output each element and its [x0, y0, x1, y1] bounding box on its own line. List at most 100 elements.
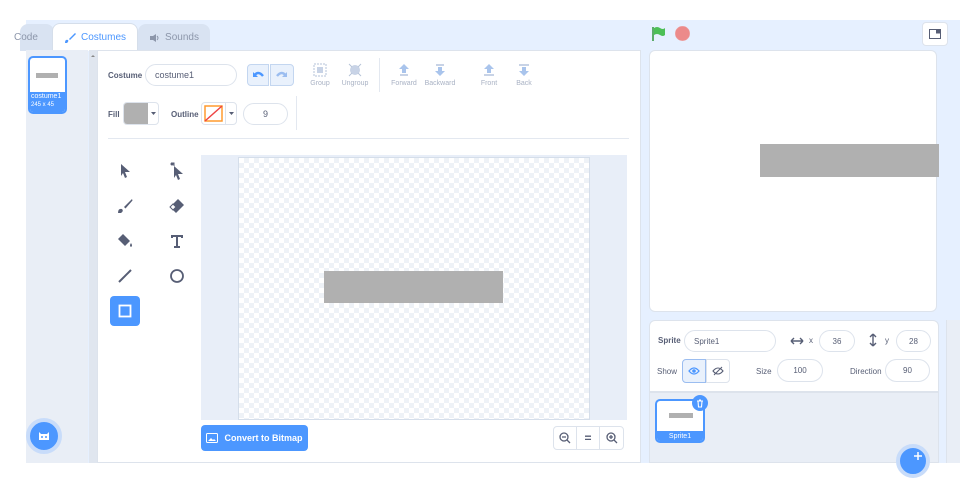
- costume-name-input[interactable]: costume1: [145, 64, 237, 86]
- show-hidden-button[interactable]: [706, 359, 730, 383]
- eraser-icon: [169, 199, 184, 213]
- group-button[interactable]: Group: [307, 62, 333, 87]
- select-tool[interactable]: [110, 156, 140, 186]
- paint-bucket-icon: [118, 234, 132, 247]
- y-value: 28: [909, 336, 918, 346]
- reshape-icon: [170, 162, 183, 180]
- redo-button[interactable]: [270, 64, 294, 86]
- scroll-up-icon: [91, 55, 95, 57]
- costume-name-label: Costume: [108, 71, 143, 80]
- add-costume-button[interactable]: [26, 418, 62, 454]
- outline-width-input[interactable]: 9: [243, 103, 288, 125]
- zoom-controls: =: [553, 426, 624, 450]
- group-icon: [313, 63, 327, 77]
- ungroup-button[interactable]: Ungroup: [338, 62, 372, 87]
- stage-target-pane[interactable]: [946, 320, 960, 463]
- brush-icon: [64, 32, 76, 43]
- front-button[interactable]: Front: [474, 62, 504, 87]
- back-label: Back: [516, 80, 532, 87]
- forward-icon: [399, 64, 409, 76]
- direction-label: Direction: [850, 367, 882, 376]
- forward-button[interactable]: Forward: [389, 62, 419, 87]
- backward-button[interactable]: Backward: [423, 62, 457, 87]
- cat-icon: [39, 432, 49, 440]
- backward-icon: [435, 64, 445, 76]
- green-flag-button[interactable]: [652, 26, 666, 45]
- left-margin: [0, 0, 26, 463]
- convert-to-bitmap-label: Convert to Bitmap: [224, 433, 303, 443]
- size-label: Size: [756, 367, 772, 376]
- paintbrush-icon: [118, 199, 133, 213]
- zoom-out-button[interactable]: [554, 427, 577, 449]
- group-label: Group: [310, 80, 330, 87]
- eye-icon: [688, 367, 700, 375]
- fill-row-divider: [296, 96, 297, 130]
- line-tool[interactable]: [110, 261, 140, 291]
- rectangle-tool[interactable]: [110, 296, 140, 326]
- show-visible-button[interactable]: [682, 359, 706, 383]
- direction-input[interactable]: 90: [885, 359, 930, 382]
- costume-name-value: costume1: [155, 70, 195, 80]
- small-stage-button[interactable]: [922, 22, 948, 46]
- reshape-tool[interactable]: [162, 156, 192, 186]
- fill-tool[interactable]: [110, 226, 140, 256]
- front-label: Front: [480, 80, 498, 87]
- redo-icon: [276, 71, 288, 77]
- backward-label: Backward: [424, 80, 456, 87]
- caret-down-icon: [150, 111, 156, 115]
- costume-thumbnail[interactable]: costume1 245 x 45: [28, 56, 67, 114]
- layout-icon: [929, 29, 941, 39]
- costume-thumb-size: 245 x 45: [31, 102, 55, 108]
- sprite-name-label: Sprite: [658, 336, 681, 345]
- eye-slash-icon: [712, 366, 724, 376]
- fill-color-picker[interactable]: [123, 102, 159, 125]
- back-icon: [519, 64, 529, 76]
- add-sprite-button[interactable]: [896, 444, 930, 478]
- sprite-name-input[interactable]: Sprite1: [684, 330, 776, 352]
- x-input[interactable]: 36: [819, 330, 855, 352]
- tab-sounds-label: Sounds: [165, 32, 199, 43]
- line-icon: [118, 269, 132, 283]
- back-button[interactable]: Back: [509, 62, 539, 87]
- ungroup-icon: [348, 63, 362, 77]
- stage-sprite-rectangle[interactable]: [760, 144, 939, 177]
- eraser-tool[interactable]: [162, 191, 192, 221]
- rectangle-shape[interactable]: [324, 271, 503, 303]
- fill-label: Fill: [108, 110, 120, 119]
- green-flag-icon: [652, 27, 665, 41]
- tab-code[interactable]: Code: [14, 24, 54, 51]
- delete-sprite-button[interactable]: [692, 395, 708, 411]
- brush-tool[interactable]: [110, 191, 140, 221]
- outline-label: Outline: [171, 110, 199, 119]
- undo-button[interactable]: [247, 64, 269, 86]
- size-input[interactable]: 100: [777, 359, 823, 382]
- sprite-thumb-shape: [669, 413, 693, 418]
- stage[interactable]: [649, 50, 937, 312]
- arrow-select-icon: [121, 164, 130, 178]
- zoom-in-button[interactable]: [600, 427, 623, 449]
- outline-color-picker[interactable]: [201, 102, 237, 125]
- zoom-in-icon: [605, 432, 617, 444]
- tab-sounds[interactable]: Sounds: [138, 24, 210, 51]
- costume-list-scrollbar[interactable]: [89, 50, 97, 463]
- x-label: x: [809, 336, 813, 345]
- zoom-reset-label: =: [584, 431, 592, 445]
- forward-label: Forward: [391, 80, 417, 87]
- trash-icon: [697, 398, 703, 408]
- text-tool[interactable]: [162, 226, 192, 256]
- editor-header-divider: [108, 138, 629, 139]
- undo-icon: [252, 71, 264, 77]
- show-label: Show: [657, 367, 678, 376]
- costume-thumb-name: costume1: [31, 93, 62, 100]
- stop-button[interactable]: [675, 26, 690, 41]
- zoom-reset-button[interactable]: =: [577, 427, 600, 449]
- costume-thumb-shape: [36, 73, 58, 78]
- tab-costumes[interactable]: Costumes: [52, 23, 138, 51]
- fill-dropdown-caret: [148, 103, 158, 124]
- size-value: 100: [793, 366, 807, 375]
- outline-width-value: 9: [262, 109, 268, 119]
- sprite-name-value: Sprite1: [694, 336, 720, 346]
- circle-tool[interactable]: [162, 261, 192, 291]
- y-input[interactable]: 28: [896, 330, 931, 352]
- convert-to-bitmap-button[interactable]: Convert to Bitmap: [201, 425, 308, 451]
